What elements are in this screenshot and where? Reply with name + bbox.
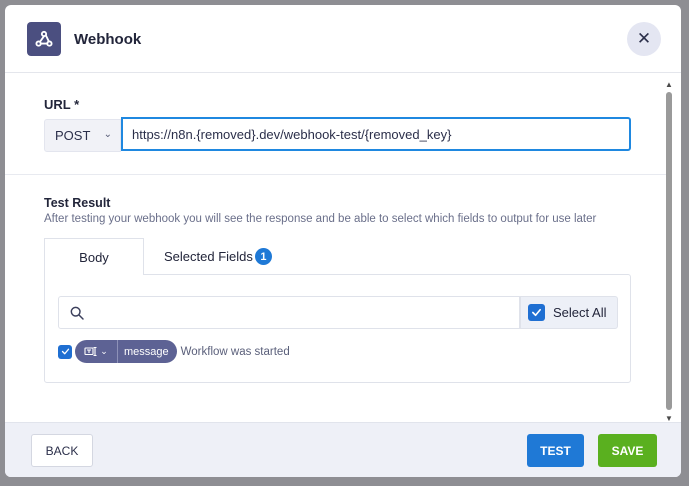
check-icon	[61, 348, 69, 355]
field-checkbox[interactable]	[58, 344, 72, 359]
method-value: POST	[55, 128, 91, 143]
scroll-up-icon[interactable]: ▲	[665, 80, 673, 89]
modal-header: Webhook ✕	[5, 5, 681, 73]
test-button[interactable]: TEST	[527, 434, 584, 467]
search-input[interactable]	[58, 296, 520, 329]
chevron-down-icon: ⌄	[100, 346, 108, 356]
select-all-label: Select All	[553, 305, 607, 320]
scroll-thumb[interactable]	[666, 92, 672, 410]
tab-body-label: Body	[79, 249, 109, 265]
url-label: URL *	[44, 97, 80, 112]
field-pill[interactable]: ⌄ message	[75, 340, 177, 363]
select-all-checkbox[interactable]	[528, 304, 545, 321]
vertical-scrollbar[interactable]: ▲ ▼	[664, 80, 674, 423]
close-icon: ✕	[636, 29, 652, 48]
section-divider	[5, 174, 668, 175]
select-all-toggle[interactable]: Select All	[520, 296, 618, 329]
test-result-label: Test Result	[44, 196, 111, 210]
save-button[interactable]: SAVE	[598, 434, 657, 467]
field-type-dropdown[interactable]: ⌄	[75, 340, 118, 363]
tab-selected-fields-label: Selected Fields	[164, 249, 253, 264]
field-row: ⌄ message Workflow was started	[58, 340, 290, 363]
search-icon	[70, 306, 84, 320]
tab-selected-fields[interactable]: Selected Fields 1	[164, 238, 272, 275]
selected-count-badge: 1	[254, 248, 272, 265]
modal-title: Webhook	[74, 31, 142, 48]
back-button[interactable]: BACK	[31, 434, 93, 467]
field-value: Workflow was started	[180, 345, 290, 358]
close-button[interactable]: ✕	[627, 22, 661, 56]
test-result-description: After testing your webhook you will see …	[44, 213, 597, 225]
modal-footer: BACK TEST SAVE	[5, 422, 681, 477]
tab-body[interactable]: Body	[44, 238, 144, 275]
url-value: https://n8n.{removed}.dev/webhook-test/{…	[132, 126, 452, 142]
check-icon	[532, 308, 541, 317]
field-key: message	[124, 345, 169, 358]
chevron-down-icon: ⌄	[103, 129, 112, 140]
method-select[interactable]: POST ⌄	[44, 119, 121, 152]
url-input[interactable]: https://n8n.{removed}.dev/webhook-test/{…	[121, 117, 631, 151]
text-field-icon	[84, 346, 97, 357]
modal-content: URL * POST ⌄ https://n8n.{removed}.dev/w…	[5, 74, 681, 422]
body-panel: Select All ⌄ message Workflow was starte…	[44, 274, 631, 383]
webhook-modal: Webhook ✕ URL * POST ⌄ https://n8n.{remo…	[5, 5, 681, 477]
webhook-icon	[27, 22, 61, 56]
